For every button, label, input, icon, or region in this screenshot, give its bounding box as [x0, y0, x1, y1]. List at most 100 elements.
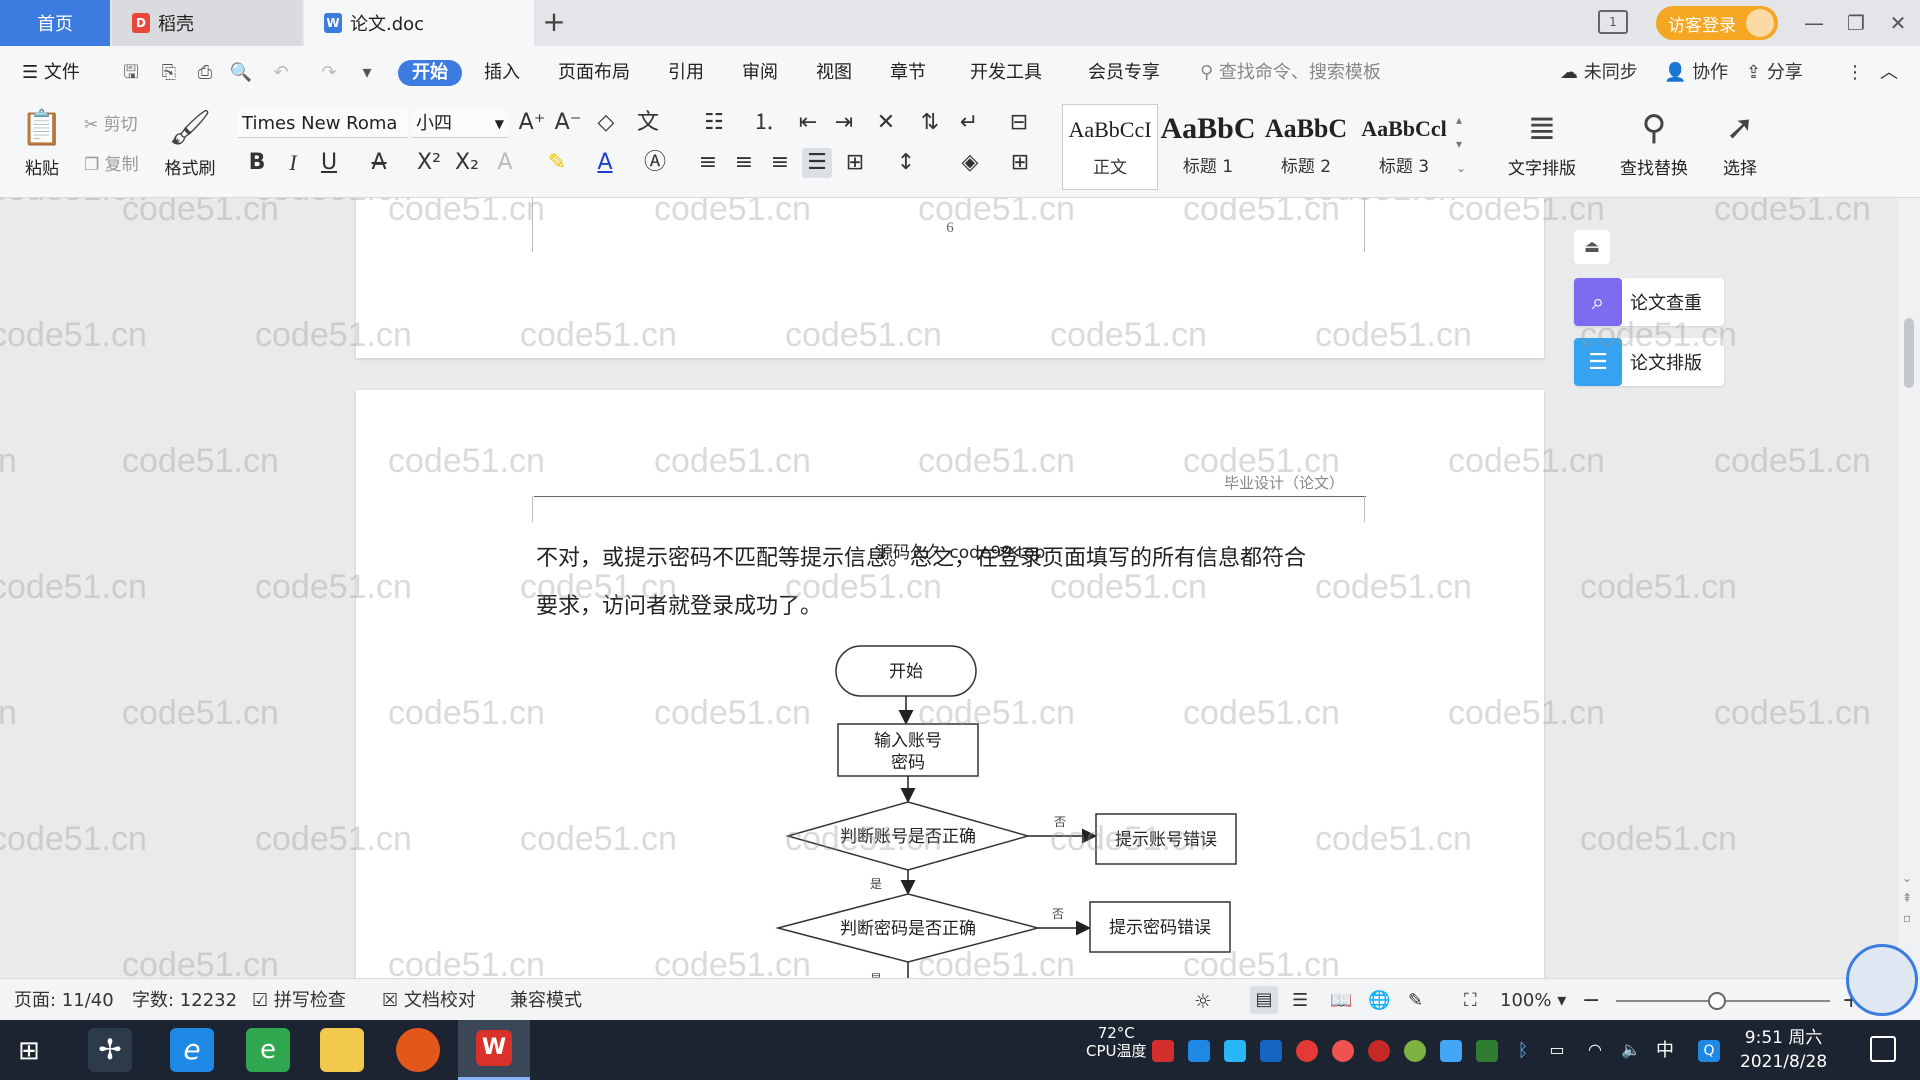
paper-layout-button[interactable]: ☰ 论文排版 [1574, 338, 1724, 386]
export-pdf-icon[interactable]: ⎘ [156, 60, 182, 86]
tray-app-icon[interactable] [1440, 1040, 1462, 1062]
bluetooth-icon[interactable]: ᛒ [1512, 1040, 1534, 1062]
zoom-level[interactable]: 100% ▾ [1500, 989, 1566, 1013]
page-indicator[interactable]: 页面: 11/40 [14, 989, 114, 1013]
tab-page-layout[interactable]: 页面布局 [558, 60, 630, 86]
numbered-list-icon[interactable]: ⒈ [744, 108, 784, 138]
tray-app-icon[interactable] [1188, 1040, 1210, 1062]
zoom-slider[interactable] [1616, 992, 1830, 1010]
paper-check-button[interactable]: ⌕ 论文查重 [1574, 278, 1724, 326]
web-view-icon[interactable]: 🌐 [1368, 989, 1390, 1013]
tab-review[interactable]: 审阅 [742, 60, 778, 86]
collapse-ribbon-icon[interactable]: ︿ [1880, 60, 1898, 86]
cpu-temp-widget[interactable]: 72°C CPU温度 [1086, 1024, 1147, 1060]
tab-references[interactable]: 引用 [668, 60, 704, 86]
file-menu[interactable]: ☰ 文件 [22, 60, 80, 86]
vertical-scrollbar[interactable]: ⌄ ⇞ ▫ [1898, 198, 1920, 978]
save-icon[interactable]: 🖫 [118, 60, 144, 86]
spell-check-button[interactable]: ☑ 拼写检查 [252, 989, 346, 1013]
ie-browser-icon[interactable]: e [170, 1028, 214, 1072]
minimize-icon[interactable]: — [1796, 6, 1832, 40]
eye-protection-icon[interactable]: ☼ [1194, 989, 1212, 1013]
distribute-icon[interactable]: ⊞ [840, 148, 870, 178]
style-scroll-icon[interactable]: ▴ ▾ ⌄ [1456, 108, 1466, 180]
file-explorer-icon[interactable] [320, 1028, 364, 1072]
login-button[interactable]: 访客登录 [1656, 6, 1778, 40]
shield-icon[interactable] [1260, 1040, 1282, 1062]
windows-start-icon[interactable]: ⊞ [18, 1038, 40, 1064]
page-view-icon[interactable]: ▤ [1250, 986, 1278, 1014]
decrease-indent-icon[interactable]: ⇤ [794, 108, 822, 138]
grow-font-icon[interactable]: A⁺ [518, 108, 546, 138]
tray-app-icon[interactable] [1224, 1040, 1246, 1062]
shading-icon[interactable]: ◈ [950, 148, 990, 178]
line-spacing-icon[interactable]: ↕ [886, 148, 926, 178]
clear-format-icon[interactable]: ◇ [592, 108, 620, 138]
subscript-icon[interactable]: X₂ [452, 148, 482, 178]
chinese-layout-icon[interactable]: ✕ [866, 108, 906, 138]
style-normal[interactable]: AaBbCcI 正文 [1062, 104, 1158, 190]
app-mask-icon[interactable] [396, 1028, 440, 1072]
close-icon[interactable]: ✕ [1880, 6, 1916, 40]
qq-icon[interactable] [1332, 1040, 1354, 1062]
redo-icon[interactable]: ↷ [316, 60, 342, 86]
italic-icon[interactable]: I [280, 148, 306, 178]
cut-button[interactable]: ✂ 剪切 [84, 110, 138, 135]
panel-collapse-icon[interactable]: ⏏ [1574, 230, 1610, 264]
tab-insert[interactable]: 插入 [484, 60, 520, 86]
bold-icon[interactable]: B [244, 148, 270, 178]
outline-view-icon[interactable]: ☰ [1292, 989, 1308, 1013]
undo-icon[interactable]: ↶ [268, 60, 294, 86]
fan-app-icon[interactable]: ✢ [88, 1028, 132, 1072]
clock[interactable]: 9:51 周六 2021/8/28 [1740, 1026, 1827, 1074]
zoom-out-icon[interactable]: − [1582, 989, 1600, 1013]
strikethrough-icon[interactable]: A [366, 148, 392, 178]
find-replace-button[interactable]: ⚲ 查找替换 [1606, 106, 1702, 179]
tray-app-icon[interactable] [1152, 1040, 1174, 1062]
align-right-icon[interactable]: ≡ [766, 148, 794, 178]
bullet-list-icon[interactable]: ☷ [694, 108, 734, 138]
nvidia-icon[interactable] [1476, 1040, 1498, 1062]
superscript-icon[interactable]: X² [414, 148, 444, 178]
previous-page[interactable]: 6 [356, 198, 1544, 358]
collaborate-button[interactable]: 👤 协作 [1664, 60, 1728, 86]
word-count[interactable]: 字数: 12232 [132, 989, 237, 1013]
window-layout-icon[interactable]: 1 [1598, 10, 1628, 34]
assistant-icon[interactable] [1846, 944, 1918, 1016]
sync-status-button[interactable]: ☁ 未同步 [1560, 60, 1638, 86]
doc-proofread-button[interactable]: ☒ 文档校对 [382, 989, 476, 1013]
paste-button[interactable]: 📋 粘贴 [14, 106, 70, 179]
qq-icon[interactable] [1296, 1040, 1318, 1062]
align-center-icon[interactable]: ≡ [730, 148, 758, 178]
zoom-slider-handle[interactable] [1708, 992, 1726, 1010]
format-painter-button[interactable]: 🖌 格式刷 [160, 106, 220, 179]
style-heading-2[interactable]: AaBbC 标题 2 [1258, 104, 1354, 190]
font-size-select[interactable]: 小四 ▼ [412, 110, 508, 138]
browser-360-icon[interactable]: e [246, 1028, 290, 1072]
print-icon[interactable]: ⎙ [192, 60, 218, 86]
tray-app-icon[interactable] [1404, 1040, 1426, 1062]
more-icon[interactable]: ⋮ [1846, 60, 1864, 86]
justify-icon[interactable]: ☰ [802, 148, 832, 178]
reading-view-icon[interactable]: 📖 [1330, 989, 1352, 1013]
text-effect-icon[interactable]: A [492, 148, 518, 178]
document-canvas[interactable]: 6 毕业设计（论文） 不对，或提示密码不匹配等提示信息。总之，在登录页面填写的所… [0, 198, 1920, 978]
fit-page-icon[interactable]: ⛶ [1464, 989, 1477, 1013]
current-page[interactable]: 毕业设计（论文） 不对，或提示密码不匹配等提示信息。总之，在登录页面填写的所有信… [356, 390, 1544, 978]
write-view-icon[interactable]: ✎ [1408, 989, 1423, 1013]
tab-document[interactable]: W 论文.doc [304, 0, 534, 46]
align-left-icon[interactable]: ≡ [694, 148, 722, 178]
notification-icon[interactable] [1870, 1036, 1896, 1062]
shrink-font-icon[interactable]: A⁻ [554, 108, 582, 138]
qq-icon[interactable] [1368, 1040, 1390, 1062]
restore-icon[interactable]: ❐ [1838, 6, 1874, 40]
style-heading-1[interactable]: AaBbC 标题 1 [1160, 104, 1256, 190]
highlight-icon[interactable]: ✎ [542, 148, 572, 178]
style-heading-3[interactable]: AaBbCcl 标题 3 [1356, 104, 1452, 190]
borders-icon[interactable]: ⊞ [1000, 148, 1040, 178]
scrollbar-thumb[interactable] [1904, 318, 1914, 388]
show-marks-icon[interactable]: ↵ [954, 108, 984, 138]
font-color-icon[interactable]: A [592, 148, 618, 178]
tab-home[interactable]: 首页 [0, 0, 110, 46]
search-tray-icon[interactable]: Q [1698, 1040, 1720, 1062]
